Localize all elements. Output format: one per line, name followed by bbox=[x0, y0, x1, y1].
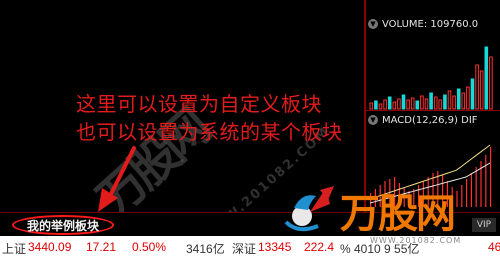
index1-name[interactable]: 上证 bbox=[2, 240, 26, 257]
volume-bar bbox=[415, 100, 420, 110]
index2-change: 222.4 bbox=[304, 240, 335, 254]
macd-label: MACD(12,26,9) DIF bbox=[382, 114, 478, 126]
volume-chart bbox=[369, 46, 493, 110]
chevron-down-icon[interactable]: ▼ bbox=[368, 19, 378, 29]
volume-bar bbox=[383, 99, 387, 110]
volume-bar bbox=[489, 56, 493, 110]
volume-bar bbox=[438, 99, 443, 110]
volume-bar bbox=[401, 94, 406, 110]
volume-panel-header[interactable]: ▼ VOLUME: 109760.0 bbox=[366, 15, 500, 33]
volume-bar bbox=[410, 97, 415, 110]
index2-name[interactable]: 深证 bbox=[232, 240, 256, 257]
volume-bar bbox=[466, 86, 470, 110]
right-indicator-pane: ▼ VOLUME: 109760.0 ▼ MACD(12,26,9) DIF bbox=[366, 0, 500, 212]
volume-bar bbox=[429, 92, 433, 110]
volume-bar bbox=[424, 98, 429, 110]
status-right-edge: 46 bbox=[488, 240, 500, 254]
volume-bar bbox=[484, 46, 489, 110]
volume-bar bbox=[470, 78, 475, 110]
volume-bar bbox=[461, 92, 466, 110]
macd-panel-header[interactable]: ▼ MACD(12,26,9) DIF bbox=[366, 111, 500, 129]
volume-bar bbox=[420, 95, 424, 110]
annotation-line-2: 也可以设置为系统的某个板块 bbox=[76, 120, 343, 144]
volume-bar bbox=[456, 88, 461, 110]
annotation-line-1: 这里可以设置为自定义板块 bbox=[76, 92, 322, 116]
volume-bar bbox=[387, 96, 392, 110]
volume-bar bbox=[392, 101, 397, 110]
logo-url: WWW.201082.COM bbox=[370, 236, 462, 245]
volume-bar bbox=[369, 102, 374, 110]
index1-pct: 0.50% bbox=[132, 240, 167, 254]
macd-bar bbox=[485, 155, 487, 207]
volume-bar bbox=[447, 90, 452, 110]
index1-amount: 3416亿 bbox=[186, 242, 225, 256]
volume-bar bbox=[378, 103, 383, 110]
volume-label: VOLUME: 109760.0 bbox=[382, 18, 479, 30]
volume-bar bbox=[374, 100, 378, 110]
volume-bar bbox=[479, 70, 484, 110]
index1-value: 3440.09 bbox=[28, 240, 72, 254]
tab-custom-block[interactable]: 我的举例板块 bbox=[12, 215, 114, 235]
volume-bar bbox=[406, 99, 410, 110]
logo-text: 万股网 bbox=[340, 191, 456, 237]
volume-bar bbox=[443, 94, 447, 110]
index2-value: 13345 bbox=[258, 240, 292, 254]
volume-bar bbox=[475, 64, 479, 110]
macd-bar bbox=[490, 147, 492, 207]
index1-change: 17.21 bbox=[86, 240, 117, 254]
volume-bar bbox=[433, 96, 438, 110]
annotation-arrow bbox=[98, 146, 136, 212]
volume-bar bbox=[397, 98, 401, 110]
volume-bar bbox=[452, 95, 456, 110]
chevron-down-icon[interactable]: ▼ bbox=[368, 115, 378, 125]
